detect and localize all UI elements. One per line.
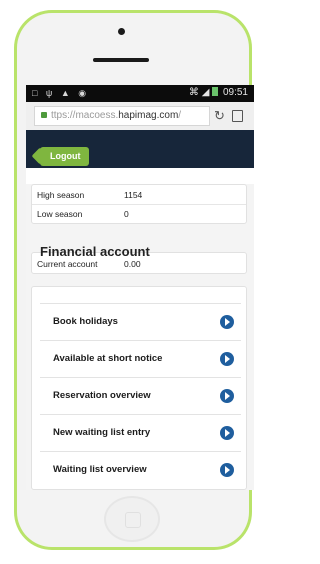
section-title: Financial account: [40, 244, 150, 259]
menu-item-waiting-list-overview[interactable]: Waiting list overview: [40, 451, 241, 488]
menu-item-label: New waiting list entry: [53, 427, 151, 438]
home-button[interactable]: [104, 496, 160, 542]
financial-label: Current account: [37, 259, 98, 269]
notification-icons: □ ψ ▲ ◉: [32, 88, 90, 98]
url-prefix: ttps://macoess.: [51, 110, 119, 121]
season-label: High season: [37, 190, 85, 200]
reload-icon[interactable]: ↻: [214, 108, 225, 124]
logout-button[interactable]: Logout: [40, 147, 89, 166]
front-camera: [118, 28, 125, 35]
menu-item-label: Waiting list overview: [53, 464, 147, 475]
status-time: 09:51: [222, 87, 248, 98]
menu-item-new-waiting-list-entry[interactable]: New waiting list entry: [40, 414, 241, 451]
menu-item-available-short-notice[interactable]: Available at short notice: [40, 340, 241, 377]
browser-toolbar: ttps://macoess.hapimag.com/ ↻: [26, 102, 254, 130]
lock-icon: [41, 112, 47, 118]
signal-icon: ◢: [201, 87, 210, 98]
season-label: Low season: [37, 209, 83, 219]
tabs-icon[interactable]: [232, 110, 243, 122]
status-right: ⌘ ◢ 09:51: [189, 87, 248, 98]
menu-item-book-holidays[interactable]: Book holidays: [40, 303, 241, 340]
url-host: hapimag.com: [118, 110, 179, 121]
wifi-icon: ⌘: [188, 87, 199, 98]
menu-item-label: Available at short notice: [53, 353, 163, 364]
address-bar[interactable]: ttps://macoess.hapimag.com/: [34, 106, 210, 126]
arrow-right-icon[interactable]: [220, 352, 234, 366]
arrow-right-icon[interactable]: [220, 315, 234, 329]
menu-item-label: Book holidays: [53, 316, 118, 327]
financial-value: 0.00: [124, 259, 141, 269]
menu-item-label: Reservation overview: [53, 390, 151, 401]
arrow-right-icon[interactable]: [220, 389, 234, 403]
arrow-right-icon[interactable]: [220, 463, 234, 477]
earpiece-speaker: [93, 58, 149, 62]
season-value: 0: [124, 209, 129, 219]
menu-item-reservation-overview[interactable]: Reservation overview: [40, 377, 241, 414]
url-suffix: /: [178, 110, 182, 121]
home-square-icon: [125, 512, 141, 528]
battery-icon: [212, 87, 219, 96]
season-value: 1154: [124, 190, 143, 200]
status-bar: □ ψ ▲ ◉ ⌘ ◢ 09:51: [26, 85, 254, 102]
arrow-right-icon[interactable]: [220, 426, 234, 440]
row-divider: [32, 204, 246, 205]
season-panel: High season 1154 Low season 0: [31, 184, 247, 224]
